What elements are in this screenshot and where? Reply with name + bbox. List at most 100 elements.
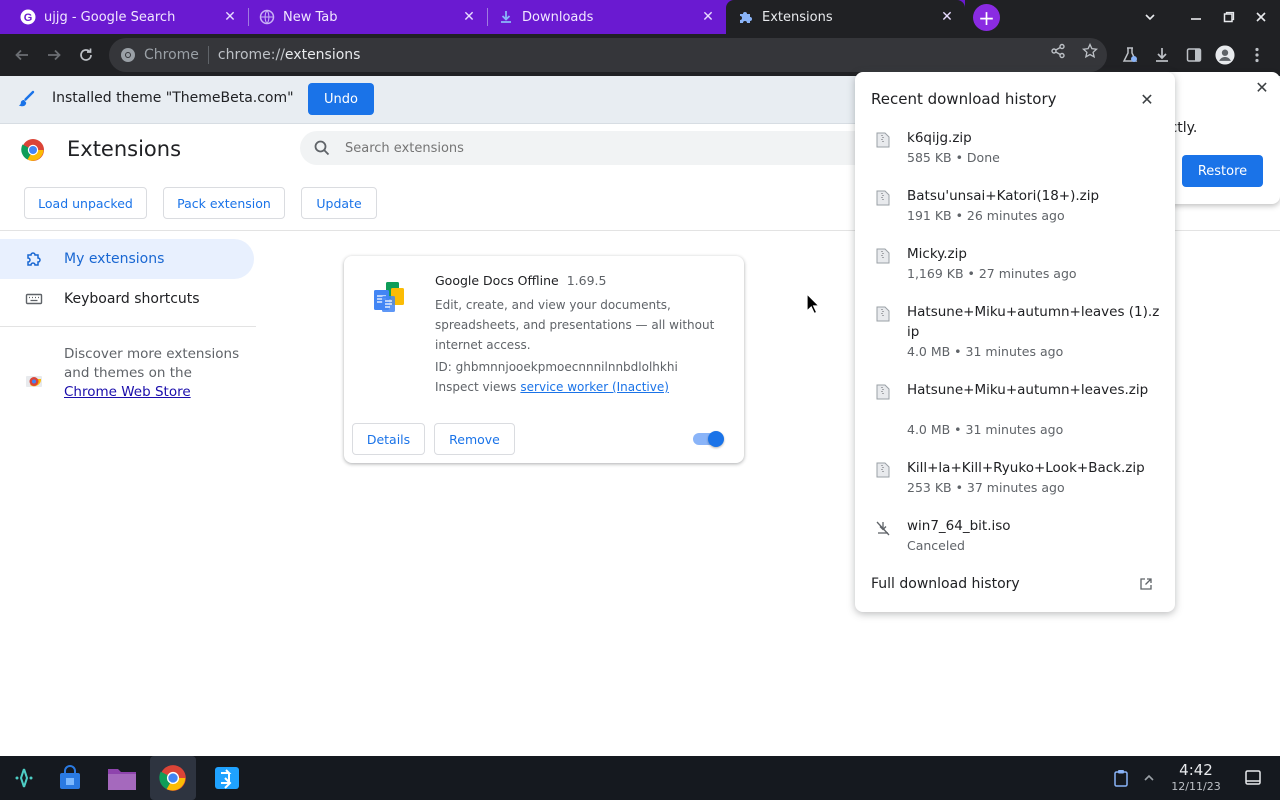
download-status: 191 KB • 26 minutes ago [907,208,1065,223]
new-tab-button[interactable]: + [973,4,1000,31]
download-item[interactable]: win7_64_bit.iso Canceled [855,516,1175,562]
details-button[interactable]: Details [352,423,425,455]
minimize-button[interactable] [1186,7,1206,27]
download-file-name: k6qijg.zip [907,130,972,146]
restore-window-icon [1223,11,1235,23]
omnibox[interactable]: Chrome chrome://extensions [109,38,1107,72]
search-icon [313,139,331,157]
download-item[interactable]: Hatsune+Miku+autumn+leaves.zip 4.0 MB • … [855,380,1175,446]
bookmark-button[interactable] [1081,42,1099,60]
tab-close-icon[interactable]: ✕ [222,9,238,25]
download-item[interactable]: Hatsune+Miku+autumn+leaves (1).zip 4.0 M… [855,302,1175,368]
share-icon [1051,43,1065,59]
chrome-site-icon [120,47,136,63]
sidebar-item-label: My extensions [64,251,165,267]
chrome-logo-icon [21,138,45,162]
tab-close-icon[interactable]: ✕ [461,9,477,25]
download-bubble-title: Recent download history [871,90,1057,108]
restore-button[interactable]: Restore [1182,155,1263,187]
reload-button[interactable] [74,43,98,67]
download-file-name: Kill+la+Kill+Ryuko+Look+Back.zip [907,460,1145,476]
download-file-name: Batsu'unsai+Katori(18+).zip [907,188,1100,204]
toggle-knob [708,431,724,447]
extension-enable-toggle[interactable] [693,431,724,447]
extension-name: Google Docs Offline [435,273,559,288]
extensions-menu-button[interactable] [1120,45,1140,65]
chrome-web-store-icon [25,370,43,388]
inspect-views-label: Inspect views [435,380,517,394]
app-store-button[interactable] [54,762,86,794]
share-button[interactable] [1049,42,1067,60]
service-worker-link[interactable]: service worker (Inactive) [520,380,669,394]
launcher-button[interactable] [8,762,40,794]
close-window-button[interactable] [1251,7,1271,27]
kebab-menu-icon [1255,47,1259,63]
zip-file-icon [876,248,890,264]
sidebar-item-keyboard-shortcuts[interactable]: Keyboard shortcuts [0,279,254,319]
extension-id: ID: ghbmnnjooekpmoecnnnilnnbdlolhkhi [435,360,678,374]
remote-app-button[interactable] [211,762,243,794]
clock-time[interactable]: 4:42 [1166,762,1226,778]
sidebar-item-my-extensions[interactable]: My extensions [0,239,254,279]
mouse-cursor-icon [806,293,820,315]
full-download-history-link[interactable]: Full download history [871,576,1020,592]
download-item[interactable]: k6qijg.zip 585 KB • Done [855,128,1175,174]
download-file-name: win7_64_bit.iso [907,518,1011,534]
shopping-bag-icon [60,765,80,789]
search-input[interactable] [345,140,845,156]
extension-description: Edit, create, and view your documents, s… [435,298,715,352]
side-panel-button[interactable] [1184,45,1204,65]
discover-text-body: Discover more extensions and themes on t… [64,346,240,381]
undo-button[interactable]: Undo [308,83,374,115]
download-file-name: Micky.zip [907,246,967,262]
forward-button[interactable] [42,43,66,67]
google-docs-offline-icon [372,280,406,314]
page-title: Extensions [67,137,182,161]
close-icon [1256,12,1266,22]
browser-toolbar: Chrome chrome://extensions [0,34,1280,76]
downloads-button[interactable] [1152,45,1172,65]
infobar-message: Installed theme "ThemeBeta.com" [52,90,294,106]
restore-window-button[interactable] [1219,7,1239,27]
download-item[interactable]: Micky.zip 1,169 KB • 27 minutes ago [855,244,1175,290]
clock-date[interactable]: 12/11/23 [1166,780,1226,793]
profile-button[interactable] [1215,45,1235,65]
update-button[interactable]: Update [301,187,377,219]
tab-extensions[interactable]: Extensions ✕ [726,0,965,34]
tab-new-tab[interactable]: New Tab ✕ [239,0,487,34]
remove-button[interactable]: Remove [434,423,515,455]
back-button[interactable] [10,43,34,67]
download-item[interactable]: Batsu'unsai+Katori(18+).zip 191 KB • 26 … [855,186,1175,232]
download-status: 585 KB • Done [907,150,1000,165]
download-item[interactable]: Kill+la+Kill+Ryuko+Look+Back.zip 253 KB … [855,458,1175,504]
download-status: 253 KB • 37 minutes ago [907,480,1065,495]
system-tray-expand-button[interactable] [1140,769,1158,787]
flask-extension-icon [1122,47,1138,62]
load-unpacked-button[interactable]: Load unpacked [24,187,147,219]
extensions-icon [25,250,43,268]
chrome-app-button[interactable] [150,756,196,800]
arrow-left-icon [15,49,28,61]
tab-close-icon[interactable]: ✕ [939,9,955,25]
chrome-web-store-link[interactable]: Chrome Web Store [64,384,191,400]
download-status: 4.0 MB • 31 minutes ago [907,422,1064,437]
close-icon[interactable]: ✕ [1138,90,1156,109]
chevron-down-icon [1145,14,1155,21]
tab-downloads[interactable]: Downloads ✕ [478,0,726,34]
keyboard-icon [25,290,43,308]
files-app-button[interactable] [106,762,138,794]
notification-panel-icon [1245,770,1261,785]
notifications-button[interactable] [1244,769,1262,787]
tab-close-icon[interactable]: ✕ [700,9,716,25]
tab-strip: G ujjg - Google Search ✕ New Tab ✕ Downl… [0,0,1280,34]
pack-extension-button[interactable]: Pack extension [163,187,285,219]
clipboard-button[interactable] [1112,769,1130,787]
download-file-name: Hatsune+Miku+autumn+leaves (1).zip [907,304,1160,340]
extension-version: 1.69.5 [566,273,607,288]
tab-google-search[interactable]: G ujjg - Google Search ✕ [0,0,248,34]
close-icon[interactable]: ✕ [1253,78,1271,97]
tab-search-button[interactable] [1140,7,1160,27]
clipboard-icon [1114,770,1128,787]
menu-button[interactable] [1247,45,1267,65]
search-extensions-box[interactable] [300,131,900,165]
